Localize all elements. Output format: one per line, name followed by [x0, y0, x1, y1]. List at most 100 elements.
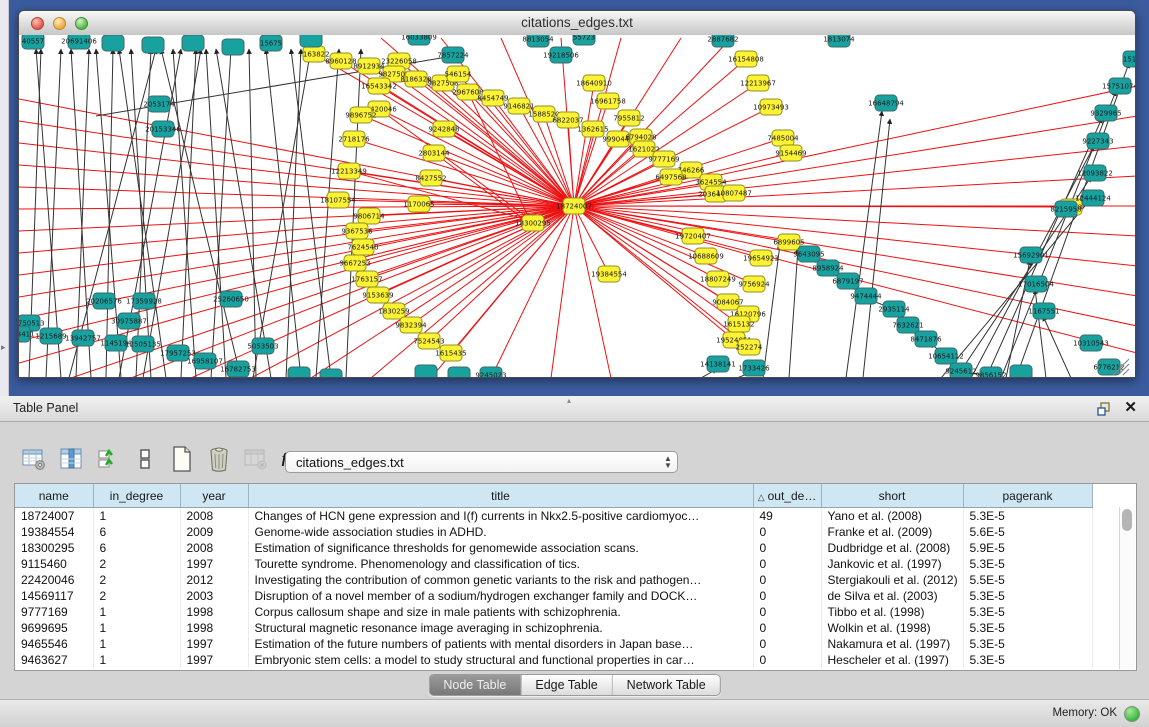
table-cell[interactable]: 1: [93, 604, 180, 620]
graph-node-teal[interactable]: [408, 35, 430, 45]
graph-node-teal[interactable]: [828, 35, 850, 47]
graph-node-yellow[interactable]: [778, 234, 800, 250]
graph-node-teal[interactable]: [222, 39, 244, 55]
graph-node-yellow[interactable]: [418, 333, 440, 349]
table-cell[interactable]: 0: [753, 588, 821, 604]
graph-node-yellow[interactable]: [522, 215, 544, 231]
new-table-icon[interactable]: [168, 445, 196, 473]
graph-node-yellow[interactable]: [747, 75, 769, 91]
graph-node-yellow[interactable]: [344, 255, 366, 271]
graph-node-teal[interactable]: [883, 301, 905, 317]
graph-node-teal[interactable]: [300, 35, 322, 47]
graph-node-teal[interactable]: [837, 273, 859, 289]
graph-node-yellow[interactable]: [346, 223, 368, 239]
graph-node-teal[interactable]: [527, 35, 549, 47]
graph-node-yellow[interactable]: [633, 141, 655, 157]
table-cell[interactable]: 18724007: [15, 508, 93, 525]
table-cell[interactable]: Changes of HCN gene expression and I(f) …: [248, 508, 753, 525]
graph-node-yellow[interactable]: [717, 294, 739, 310]
table-cell[interactable]: Structural magnetic resonance image aver…: [248, 620, 753, 636]
graph-node-teal[interactable]: [118, 313, 140, 329]
graph-node-teal[interactable]: [182, 35, 204, 51]
graph-node-teal[interactable]: [935, 348, 957, 364]
table-cell[interactable]: 49: [753, 508, 821, 525]
table-cell[interactable]: Dudbridge et al. (2008): [821, 540, 963, 556]
column-select-icon[interactable]: [57, 445, 85, 473]
graph-node-yellow[interactable]: [358, 208, 380, 224]
table-cell[interactable]: 5.3E-5: [963, 588, 1092, 604]
graph-node-yellow[interactable]: [352, 239, 374, 255]
citation-network-graph[interactable]: 1872400718300295716382289601288912934232…: [19, 35, 1135, 377]
table-cell[interactable]: Genome-wide association studies in ADHD.: [248, 524, 753, 540]
graph-node-yellow[interactable]: [408, 196, 430, 212]
graph-node-teal[interactable]: [320, 369, 342, 377]
column-header-in_degree[interactable]: in_degree: [93, 484, 180, 508]
graph-node-teal[interactable]: [1020, 247, 1042, 263]
table-cell[interactable]: 6: [93, 540, 180, 556]
graph-node-yellow[interactable]: [735, 51, 757, 67]
table-cell[interactable]: 5.3E-5: [963, 652, 1092, 668]
panel-collapse-arrow[interactable]: ▸: [1, 342, 6, 353]
graph-node-yellow[interactable]: [772, 130, 794, 146]
graph-node-yellow[interactable]: [343, 131, 365, 147]
graph-node-teal[interactable]: [220, 291, 242, 307]
graph-node-yellow[interactable]: [482, 90, 504, 106]
graph-node-yellow[interactable]: [607, 131, 629, 147]
graph-node-teal[interactable]: [68, 35, 90, 49]
graph-node-teal[interactable]: [950, 363, 972, 377]
table-cell[interactable]: Yano et al. (2008): [821, 508, 963, 525]
graph-node-teal[interactable]: [19, 326, 30, 342]
delete-icon[interactable]: [205, 445, 233, 473]
graph-node-teal[interactable]: [132, 336, 154, 352]
table-cell[interactable]: 2009: [180, 524, 248, 540]
graph-node-teal[interactable]: [550, 47, 572, 63]
table-cell[interactable]: 9699695: [15, 620, 93, 636]
table-cell[interactable]: Franke et al. (2009): [821, 524, 963, 540]
graph-node-teal[interactable]: [448, 367, 470, 377]
table-cell[interactable]: Disruption of a novel member of a sodium…: [248, 588, 753, 604]
table-cell[interactable]: 6: [93, 524, 180, 540]
table-cell[interactable]: Embryonic stem cells: a model to study s…: [248, 652, 753, 668]
window-titlebar[interactable]: citations_edges.txt: [19, 11, 1135, 36]
graph-node-teal[interactable]: [743, 360, 765, 376]
table-cell[interactable]: 0: [753, 556, 821, 572]
table-cell[interactable]: 5.3E-5: [963, 556, 1092, 572]
graph-node-yellow[interactable]: [750, 250, 772, 266]
graph-node-teal[interactable]: [817, 260, 839, 276]
table-cell[interactable]: Investigating the contribution of common…: [248, 572, 753, 588]
table-cell[interactable]: 1998: [180, 620, 248, 636]
table-cell[interactable]: 9777169: [15, 604, 93, 620]
graph-node-yellow[interactable]: [350, 107, 372, 123]
graph-node-teal[interactable]: [72, 330, 94, 346]
graph-node-yellow[interactable]: [618, 110, 640, 126]
graph-node-teal[interactable]: [252, 338, 274, 354]
graph-node-teal[interactable]: [875, 95, 897, 111]
graph-node-yellow[interactable]: [533, 106, 555, 122]
graph-node-teal[interactable]: [442, 47, 464, 63]
graph-node-yellow[interactable]: [728, 316, 750, 332]
table-cell[interactable]: 1: [93, 508, 180, 525]
graph-node-yellow[interactable]: [760, 99, 782, 115]
table-cell[interactable]: 5.6E-5: [963, 524, 1092, 540]
window-close-button[interactable]: [31, 17, 44, 30]
graph-node-teal[interactable]: [1098, 359, 1120, 375]
table-cell[interactable]: 1997: [180, 636, 248, 652]
tab-node-table[interactable]: Node Table: [429, 675, 520, 695]
table-cell[interactable]: 18300295: [15, 540, 93, 556]
graph-node-teal[interactable]: [167, 345, 189, 361]
graph-node-teal[interactable]: [133, 293, 155, 309]
graph-node-yellow[interactable]: [405, 71, 427, 87]
graph-node-teal[interactable]: [1095, 105, 1117, 121]
graph-node-teal[interactable]: [980, 367, 1002, 377]
table-cell[interactable]: 5.3E-5: [963, 508, 1092, 525]
table-cell[interactable]: Estimation of significance thresholds fo…: [248, 540, 753, 556]
table-cell[interactable]: 0: [753, 572, 821, 588]
table-cell[interactable]: Tibbo et al. (1998): [821, 604, 963, 620]
table-cell[interactable]: Nakamura et al. (1997): [821, 636, 963, 652]
graph-node-yellow[interactable]: [597, 93, 619, 109]
table-cell[interactable]: 1998: [180, 604, 248, 620]
table-cell[interactable]: Stergiakouli et al. (2012): [821, 572, 963, 588]
select-all-icon[interactable]: [94, 445, 122, 473]
table-cell[interactable]: 22420046: [15, 572, 93, 588]
table-cell[interactable]: 2008: [180, 540, 248, 556]
